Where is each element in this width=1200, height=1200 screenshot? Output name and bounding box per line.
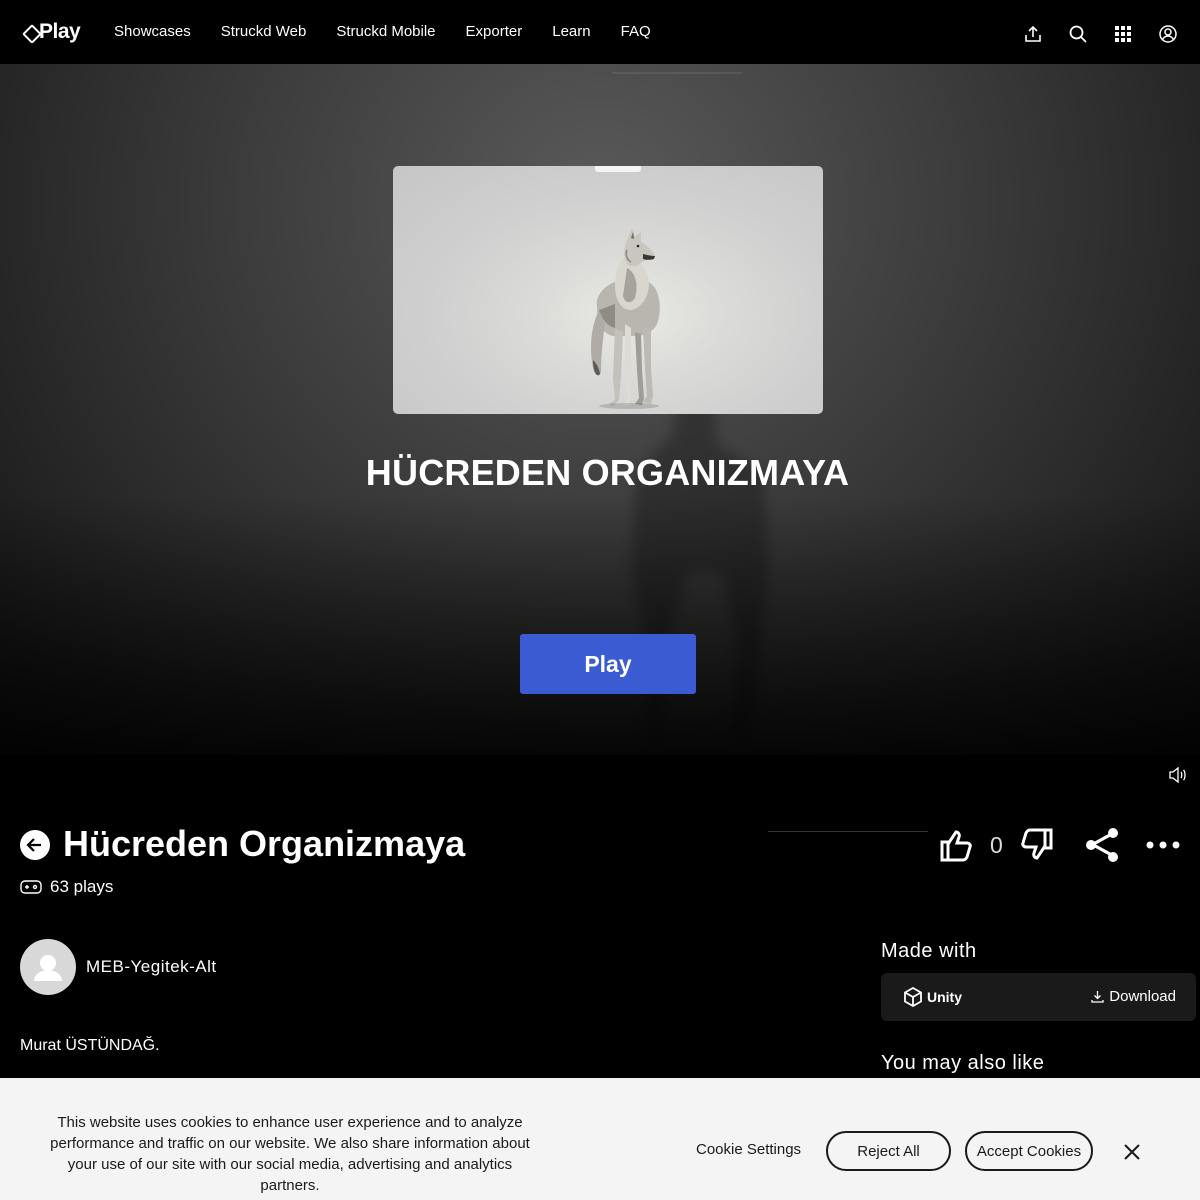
- nav-link-showcases[interactable]: Showcases: [114, 23, 191, 40]
- nav-link-learn[interactable]: Learn: [552, 23, 590, 40]
- more-options-icon[interactable]: [1145, 826, 1181, 864]
- nav-link-faq[interactable]: FAQ: [621, 23, 651, 40]
- gamepad-icon: [20, 880, 42, 894]
- download-button[interactable]: Download: [1091, 988, 1176, 1005]
- like-count: 0: [990, 831, 1003, 858]
- hero-divider: [612, 72, 742, 74]
- logo-text: Play: [39, 20, 81, 43]
- top-navigation: Play Showcases Struckd Web Struckd Mobil…: [0, 0, 1200, 64]
- cookie-settings-button[interactable]: Cookie Settings: [696, 1141, 801, 1158]
- dislike-icon[interactable]: [1017, 826, 1055, 864]
- accept-cookies-button[interactable]: Accept Cookies: [965, 1131, 1093, 1171]
- game-thumbnail: [393, 166, 823, 414]
- you-may-also-like-heading: You may also like: [881, 1052, 1045, 1074]
- game-actions: 0: [938, 826, 1181, 864]
- author-name: MEB-Yegitek-Alt: [86, 957, 217, 976]
- game-title: Hücreden Organizmaya: [63, 823, 466, 864]
- unity-cube-icon: [904, 987, 922, 1007]
- unity-logo: Unity: [903, 987, 962, 1007]
- cookie-text: This website uses cookies to enhance use…: [50, 1114, 530, 1194]
- author-info[interactable]: MEB-Yegitek-Alt: [20, 939, 217, 995]
- nav-link-exporter[interactable]: Exporter: [466, 23, 523, 40]
- volume-icon[interactable]: [1168, 766, 1188, 784]
- nav-links: Showcases Struckd Web Struckd Mobile Exp…: [114, 23, 681, 40]
- play-logo[interactable]: Play: [24, 20, 81, 44]
- game-hero: HÜCREDEN ORGANIZMAYA Play: [0, 64, 1200, 755]
- thumbnail-tab: [595, 166, 641, 172]
- made-with-box: Unity Download: [881, 973, 1196, 1021]
- user-avatar-icon: [34, 955, 62, 981]
- play-button[interactable]: Play: [520, 634, 696, 694]
- unity-cube-icon: [24, 26, 36, 38]
- hero-fade: [0, 495, 1200, 755]
- nav-icons: [1010, 22, 1190, 46]
- made-with-heading: Made with: [881, 940, 977, 962]
- search-icon[interactable]: [1055, 22, 1100, 46]
- wolf-image: [591, 228, 660, 409]
- play-count: 63 plays: [20, 877, 113, 897]
- apps-grid-icon[interactable]: [1100, 22, 1145, 46]
- download-label: Download: [1109, 988, 1176, 1005]
- nav-link-struckd-mobile[interactable]: Struckd Mobile: [336, 23, 435, 40]
- back-button[interactable]: [20, 830, 50, 860]
- download-icon: [1091, 991, 1104, 1003]
- account-icon[interactable]: [1145, 22, 1190, 46]
- arrow-left-icon: [26, 838, 41, 852]
- play-count-text: 63 plays: [50, 877, 114, 896]
- game-description: Murat ÜSTÜNDAĞ.: [20, 1037, 160, 1054]
- cookie-banner: This website uses cookies to enhance use…: [0, 1078, 1200, 1200]
- divider: [768, 831, 928, 832]
- share-icon[interactable]: [1083, 826, 1121, 864]
- upload-icon[interactable]: [1010, 22, 1055, 46]
- reject-all-button[interactable]: Reject All: [826, 1131, 951, 1171]
- hero-title: HÜCREDEN ORGANIZMAYA: [365, 452, 850, 493]
- close-icon[interactable]: [1120, 1140, 1144, 1164]
- engine-name: Unity: [927, 989, 962, 1005]
- nav-link-struckd-web[interactable]: Struckd Web: [221, 23, 307, 40]
- avatar: [20, 939, 76, 995]
- like-icon[interactable]: [938, 826, 976, 864]
